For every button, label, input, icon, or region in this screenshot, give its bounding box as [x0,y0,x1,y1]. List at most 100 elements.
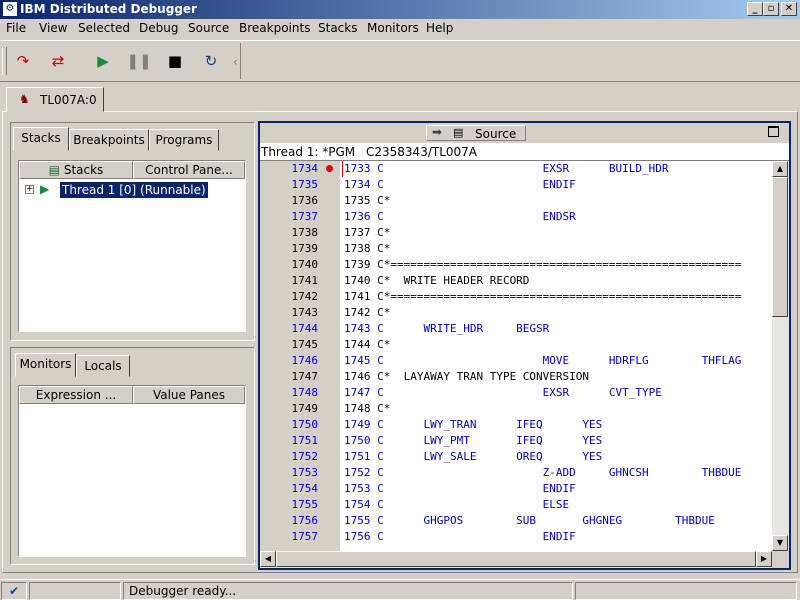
line-number: 1755 [291,498,319,511]
menu-bar: File View Selected Debug Source Breakpoi… [0,19,800,39]
menu-selected[interactable]: Selected [78,21,130,35]
source-line[interactable]: 1754 1753 C ENDIF [260,481,772,497]
source-text: 1741 C*=================================… [344,290,742,303]
source-line[interactable]: 1753 1752 C Z-ADD GHNCSH THBDUE [260,465,772,481]
source-line[interactable]: 1738 1737 C* [260,225,772,241]
source-text: 1745 C MOVE HDRFLG THFLAG [344,354,742,367]
source-line[interactable]: 1740 1739 C*=============================… [260,257,772,273]
scroll-up-icon[interactable]: ▲ [772,161,788,177]
line-number: 1756 [291,514,319,527]
source-line[interactable]: 1741 1740 C* WRITE HEADER RECORD [260,273,772,289]
source-line[interactable]: 1742 1741 C*=============================… [260,289,772,305]
tab-locals[interactable]: Locals [76,355,130,377]
source-line[interactable]: 1735 1734 C ENDIF [260,177,772,193]
tab-stacks[interactable]: Stacks [13,127,69,151]
restart-icon[interactable]: ↻ [198,50,224,72]
step-into-icon[interactable]: ⇄ [45,50,71,72]
step-over-icon[interactable]: ↷ [10,50,36,72]
source-text: 1746 C* LAYAWAY TRAN TYPE CONVERSION [344,370,590,383]
source-line[interactable]: 1749 1748 C* [260,401,772,417]
vertical-scroll-thumb[interactable] [772,177,788,317]
thread-icon: ▶ [40,182,50,196]
vertical-scrollbar[interactable]: ▲ ▼ [772,161,789,551]
toolbar-divider [240,43,241,79]
scroll-right-icon[interactable]: ▶ [756,551,772,567]
source-line[interactable]: 1755 1754 C ELSE [260,497,772,513]
menu-breakpoints[interactable]: Breakpoints [239,21,310,35]
source-text: 1750 C LWY_PMT IFEQ YES [344,434,603,447]
menu-monitors[interactable]: Monitors [367,21,419,35]
source-text: 1742 C* [344,306,391,319]
menu-debug[interactable]: Debug [139,21,178,35]
line-number: 1746 [291,354,319,367]
stacks-column-icon: ▤ [48,163,64,177]
scroll-down-icon[interactable]: ▼ [772,535,788,551]
breakpoint-icon[interactable] [326,165,333,172]
source-tab[interactable]: ➡ ▤ Source [426,125,526,141]
line-number: 1748 [291,386,319,399]
line-number: 1738 [291,226,319,239]
source-line[interactable]: 1757 1756 C ENDIF [260,529,772,545]
scroll-left-icon[interactable]: ◀ [260,551,276,567]
line-number: 1741 [291,274,319,287]
tab-programs[interactable]: Programs [149,129,219,151]
menu-view[interactable]: View [39,21,67,35]
menu-file[interactable]: File [6,21,26,35]
column-control-pane[interactable]: Control Pane... [133,161,245,179]
menu-source[interactable]: Source [188,21,229,35]
stop-icon[interactable]: ■ [162,50,188,72]
line-number: 1751 [291,434,319,447]
source-text: 1736 C ENDSR [344,210,576,223]
source-text: 1737 C* [344,226,391,239]
column-value[interactable]: Value Panes [133,386,245,404]
line-number: 1739 [291,242,319,255]
source-text: 1748 C* [344,402,391,415]
maximize-pane-icon[interactable] [768,126,779,137]
toolbar: ↷ ⇄ ▶ ❚❚ ■ ↻ ‹ [0,40,800,82]
source-line[interactable]: 1748 1747 C EXSR CVT_TYPE [260,385,772,401]
source-text: 1733 C EXSR BUILD_HDR [344,162,669,175]
run-icon[interactable]: ▶ [90,50,116,72]
source-line[interactable]: 1737 1736 C ENDSR [260,209,772,225]
tab-session[interactable]: ♞ TL007A:0 [6,87,104,112]
line-number: 1743 [291,306,319,319]
source-line[interactable]: 1751 1750 C LWY_PMT IFEQ YES [260,433,772,449]
minimize-button[interactable]: _ [747,2,763,16]
menu-stacks[interactable]: Stacks [318,21,357,35]
column-stacks-label: Stacks [63,163,104,177]
source-code-area[interactable]: 1734 1733 C EXSR BUILD_HDR 1735 1734 C ENDI… [260,161,772,551]
pause-icon[interactable]: ❚❚ [126,50,152,72]
source-line[interactable]: 1743 1742 C* [260,305,772,321]
source-line[interactable]: 1746 1745 C MOVE HDRFLG THFLAG [260,353,772,369]
source-line[interactable]: 1750 1749 C LWY_TRAN IFEQ YES [260,417,772,433]
source-line[interactable]: 1744 1743 C WRITE_HDR BEGSR [260,321,772,337]
source-line[interactable]: 1745 1744 C* [260,337,772,353]
tab-breakpoints[interactable]: Breakpoints [69,129,149,151]
line-number: 1747 [291,370,319,383]
line-number: 1753 [291,466,319,479]
column-expression[interactable]: Expression ... [19,386,133,404]
source-line[interactable]: 1734 1733 C EXSR BUILD_HDR [260,161,772,177]
menu-help[interactable]: Help [426,21,453,35]
close-button[interactable]: ✕ [781,2,797,16]
source-line[interactable]: 1747 1746 C* LAYAWAY TRAN TYPE CONVERSION [260,369,772,385]
source-line[interactable]: 1739 1738 C* [260,241,772,257]
source-line[interactable]: 1756 1755 C GHGPOS SUB GHGNEG THBDUE [260,513,772,529]
source-doc-icon: ▤ [453,126,464,139]
column-stacks[interactable]: ▤ Stacks [19,161,133,179]
source-text: 1754 C ELSE [344,498,570,511]
source-text: 1756 C ENDIF [344,530,576,543]
maximize-button[interactable]: ▫ [763,2,779,16]
expand-icon[interactable]: + [25,185,34,194]
source-line[interactable]: 1736 1735 C* [260,193,772,209]
source-text: 1743 C WRITE_HDR BEGSR [344,322,550,335]
source-text: 1753 C ENDIF [344,482,576,495]
thread-item[interactable]: Thread 1 [0] (Runnable) [60,182,208,198]
tab-monitors[interactable]: Monitors [15,353,76,377]
status-cell-right [575,582,797,600]
horizontal-scroll-thumb[interactable] [276,551,756,567]
source-line[interactable]: 1752 1751 C LWY_SALE OREQ YES [260,449,772,465]
line-number: 1750 [291,418,319,431]
horizontal-scrollbar[interactable]: ◀ ▶ [260,551,772,568]
source-text: 1747 C EXSR CVT_TYPE [344,386,662,399]
